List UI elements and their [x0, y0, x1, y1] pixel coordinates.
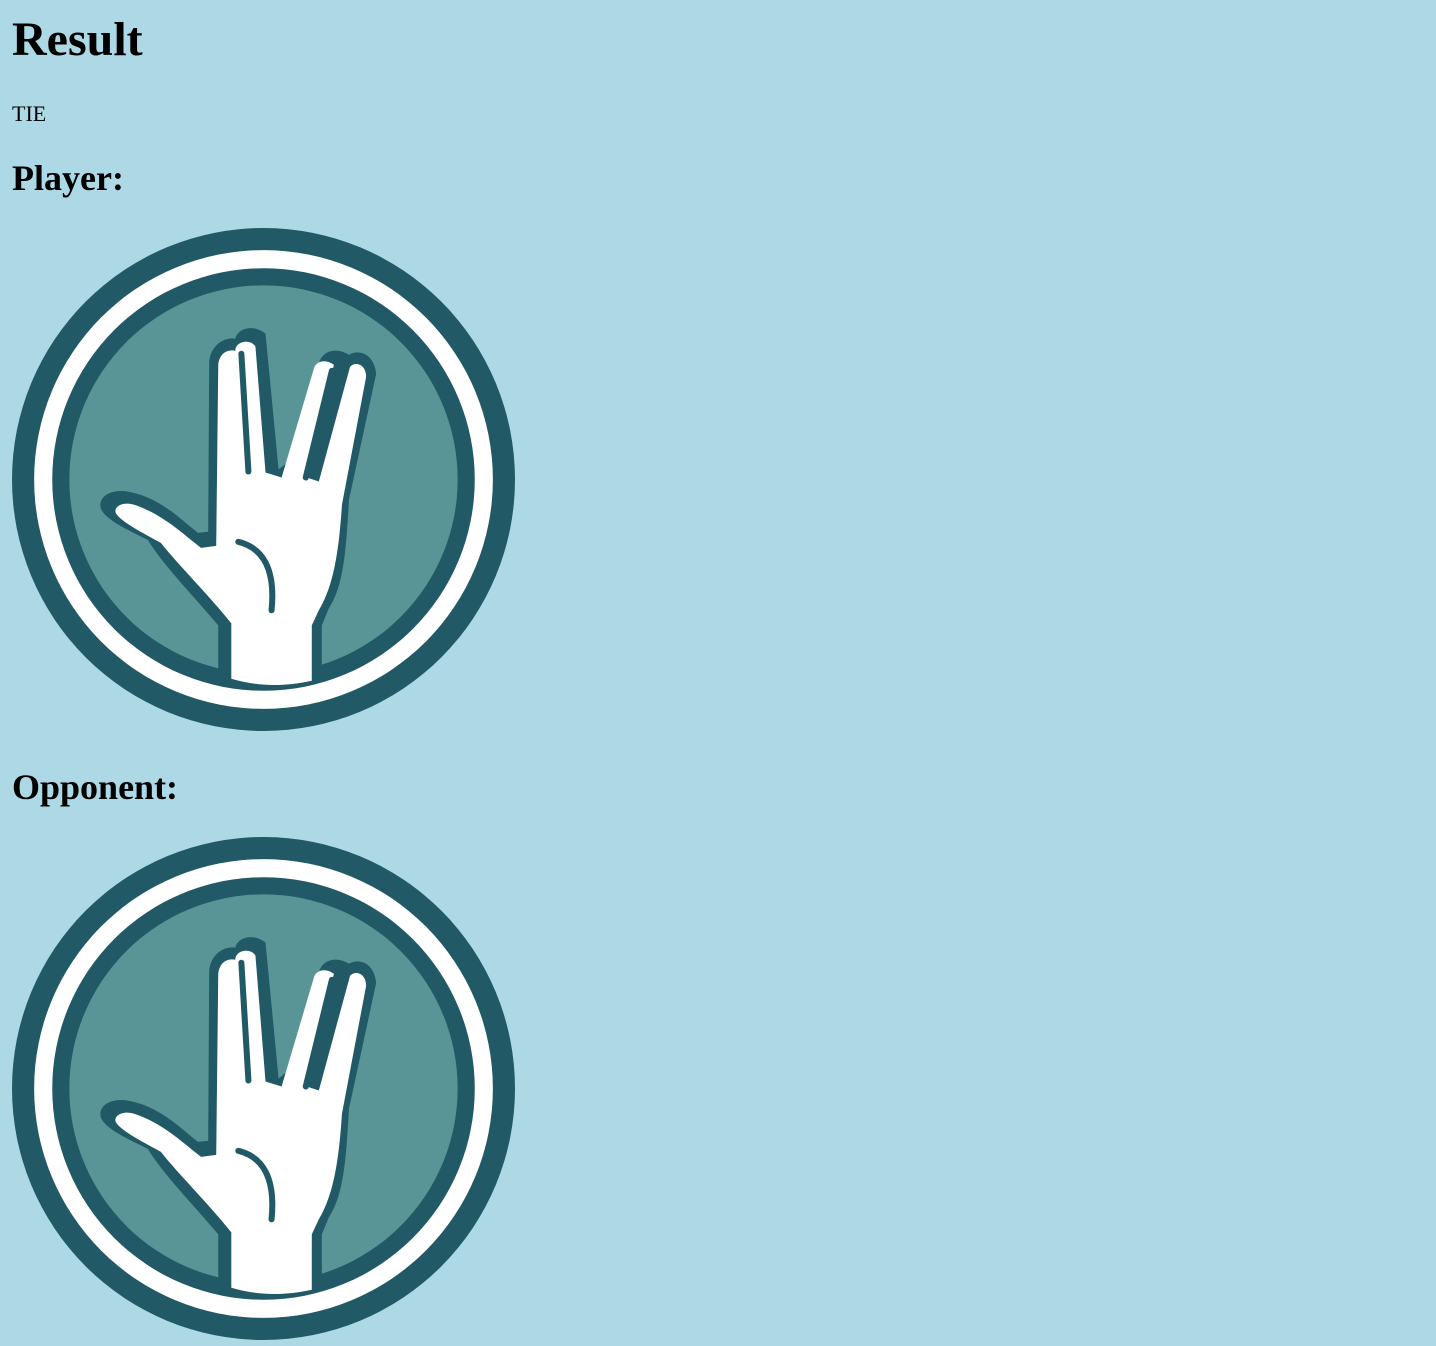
result-outcome: TIE — [12, 101, 47, 126]
player-choice-image — [12, 228, 515, 731]
spock-hand-icon — [12, 228, 515, 731]
opponent-choice-image — [12, 837, 515, 1340]
player-heading: Player: — [12, 158, 124, 198]
result-heading: Result — [12, 13, 143, 66]
spock-hand-icon — [12, 837, 515, 1340]
opponent-heading: Opponent: — [12, 767, 179, 807]
